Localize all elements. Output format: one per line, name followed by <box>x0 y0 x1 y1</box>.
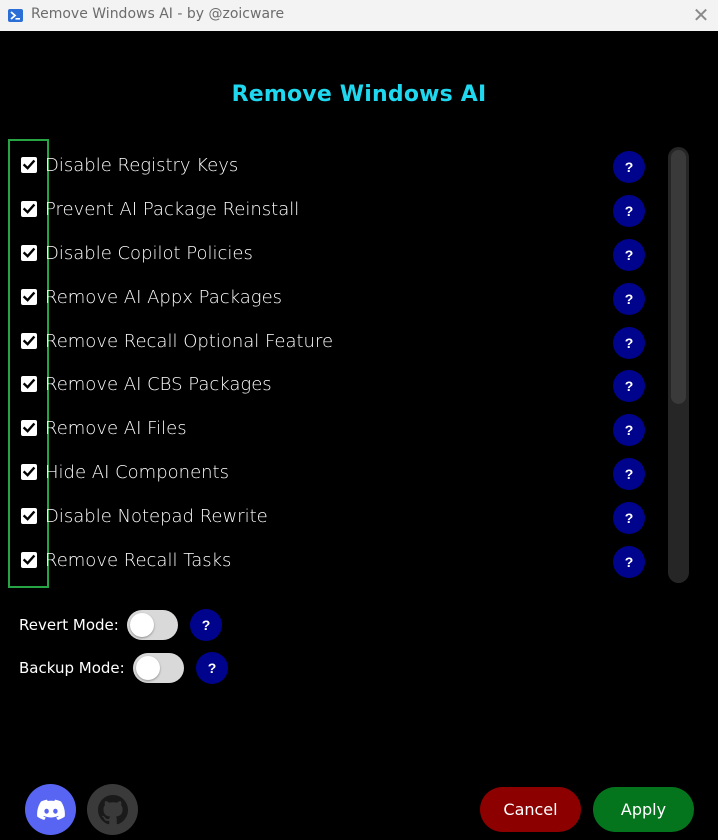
option-checkbox[interactable] <box>21 376 37 392</box>
option-help-button[interactable]: ? <box>613 283 645 315</box>
powershell-icon <box>8 9 23 22</box>
revert-mode-toggle[interactable] <box>127 610 178 640</box>
option-checkbox[interactable] <box>21 552 37 568</box>
option-label: Remove AI Files <box>45 418 187 439</box>
checkmark-icon <box>22 159 36 170</box>
option-row: Disable Copilot Policies? <box>0 238 660 271</box>
option-label: Remove AI Appx Packages <box>45 287 283 308</box>
revert-mode-row: Revert Mode: ? <box>0 607 300 643</box>
option-row: Remove Recall Tasks? <box>0 545 660 578</box>
checkmark-icon <box>22 291 36 302</box>
option-checkbox[interactable] <box>21 464 37 480</box>
checkmark-icon <box>22 510 36 521</box>
option-row: Disable Notepad Rewrite? <box>0 501 660 534</box>
option-label: Hide AI Components <box>45 462 229 483</box>
option-checkbox[interactable] <box>21 245 37 261</box>
option-help-button[interactable]: ? <box>613 502 645 534</box>
revert-mode-label: Revert Mode: <box>19 616 119 634</box>
option-label: Disable Copilot Policies <box>45 243 253 264</box>
option-row: Remove Recall Optional Feature? <box>0 326 660 359</box>
option-row: Remove AI Appx Packages? <box>0 282 660 315</box>
option-help-button[interactable]: ? <box>613 414 645 446</box>
github-button[interactable] <box>87 784 138 835</box>
option-row: Prevent AI Package Reinstall? <box>0 194 660 227</box>
backup-mode-toggle[interactable] <box>133 653 184 683</box>
github-icon <box>97 794 128 824</box>
option-help-button[interactable]: ? <box>613 458 645 490</box>
option-label: Disable Registry Keys <box>45 155 239 176</box>
option-help-button[interactable]: ? <box>613 546 645 578</box>
revert-mode-help-button[interactable]: ? <box>190 609 222 641</box>
option-help-button[interactable]: ? <box>613 239 645 271</box>
option-help-button[interactable]: ? <box>613 151 645 183</box>
checkmark-icon <box>22 378 36 389</box>
apply-button[interactable]: Apply <box>593 787 694 832</box>
option-label: Prevent AI Package Reinstall <box>45 199 300 220</box>
window-title: Remove Windows AI - by @zoicware <box>31 6 285 22</box>
checkmark-icon <box>22 422 36 433</box>
option-row: Disable Registry Keys? <box>0 150 660 183</box>
option-label: Remove Recall Tasks <box>45 550 232 571</box>
option-row: Remove AI CBS Packages? <box>0 369 660 402</box>
option-label: Remove AI CBS Packages <box>45 374 272 395</box>
discord-button[interactable] <box>25 784 76 835</box>
close-icon: ✕ <box>692 5 710 27</box>
option-help-button[interactable]: ? <box>613 370 645 402</box>
option-checkbox[interactable] <box>21 333 37 349</box>
option-checkbox[interactable] <box>21 508 37 524</box>
option-checkbox[interactable] <box>21 157 37 173</box>
scrollbar-thumb[interactable] <box>671 150 686 404</box>
toggle-knob <box>130 613 154 637</box>
page-title: Remove Windows AI <box>231 82 487 107</box>
checkmark-icon <box>22 554 36 565</box>
cancel-button[interactable]: Cancel <box>480 787 581 832</box>
checkmark-icon <box>22 247 36 258</box>
close-button[interactable]: ✕ <box>684 0 718 31</box>
option-help-button[interactable]: ? <box>613 195 645 227</box>
option-label: Disable Notepad Rewrite <box>45 506 268 527</box>
checkmark-icon <box>22 466 36 477</box>
option-checkbox[interactable] <box>21 420 37 436</box>
backup-mode-help-button[interactable]: ? <box>196 652 228 684</box>
backup-mode-label: Backup Mode: <box>19 659 125 677</box>
discord-icon <box>36 799 65 820</box>
option-help-button[interactable]: ? <box>613 327 645 359</box>
title-bar: Remove Windows AI - by @zoicware ✕ <box>0 0 718 31</box>
option-checkbox[interactable] <box>21 201 37 217</box>
option-row: Remove AI Files? <box>0 413 660 446</box>
checkmark-icon <box>22 203 36 214</box>
option-checkbox[interactable] <box>21 289 37 305</box>
option-row: Hide AI Components? <box>0 457 660 490</box>
option-label: Remove Recall Optional Feature <box>45 331 334 352</box>
checkmark-icon <box>22 335 36 346</box>
toggle-knob <box>136 656 160 680</box>
backup-mode-row: Backup Mode: ? <box>0 650 300 686</box>
